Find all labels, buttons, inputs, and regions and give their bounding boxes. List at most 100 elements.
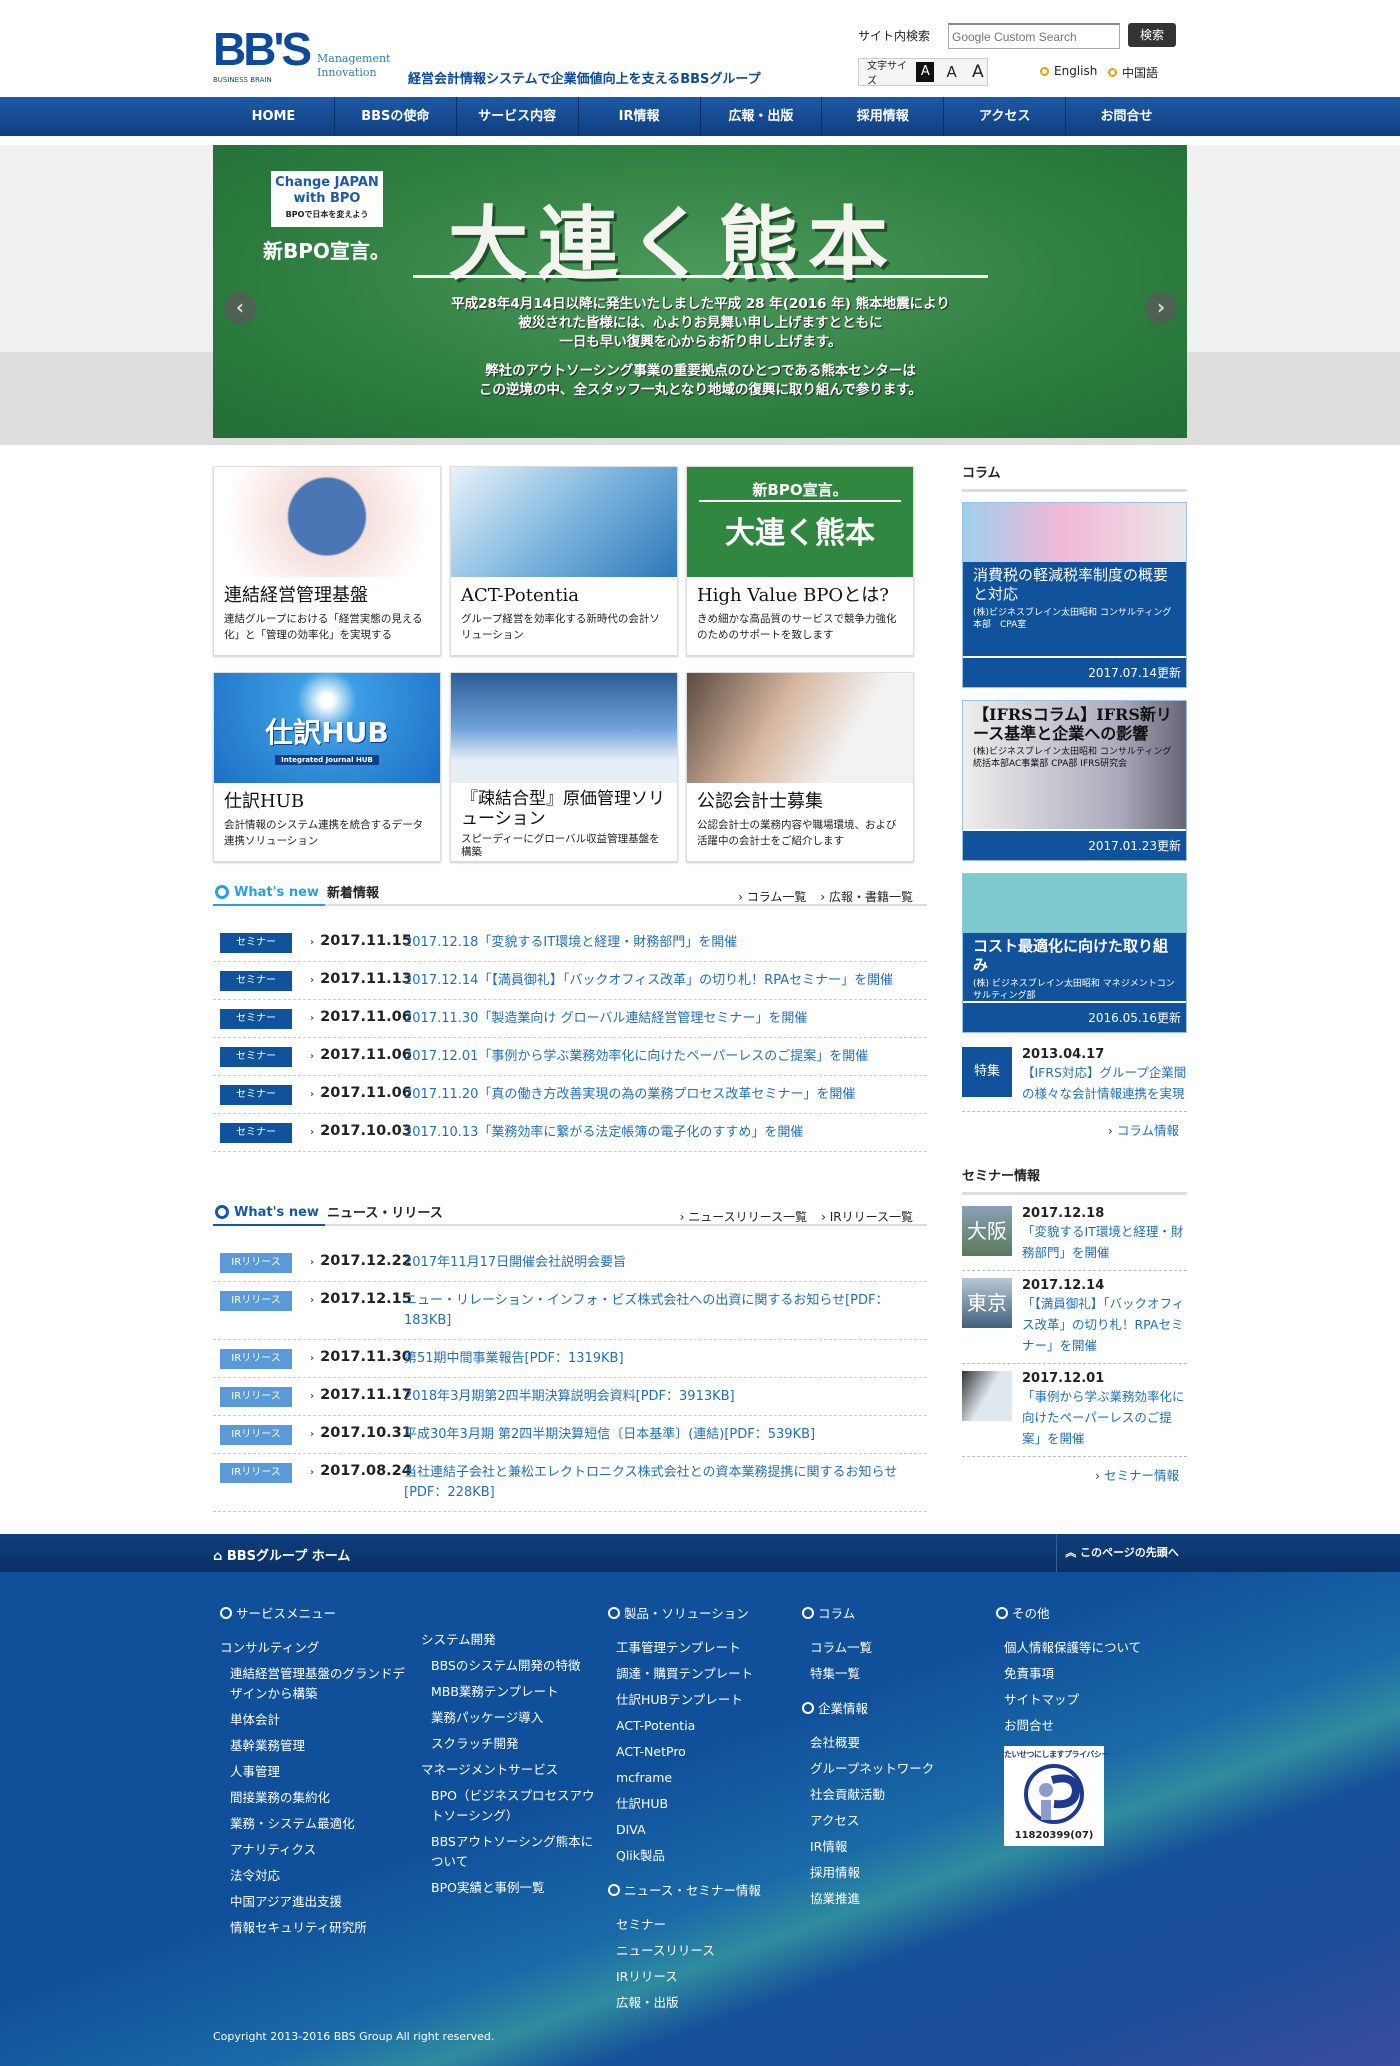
footer-link[interactable]: グループネットワーク [810,1759,982,1779]
news-title-link[interactable]: 2017.12.01「事例から学ぶ業務効率化に向けたペーパーレスのご提案」を開催 [402,1047,927,1067]
font-size-large[interactable]: A [969,62,987,82]
feature-item[interactable]: 特集 2013.04.17 【IFRS対応】グループ企業間の様々な会計情報連携を実… [962,1045,1187,1112]
lang-english-link[interactable]: English [1040,64,1097,78]
news-title-link[interactable]: 2017.11.30「製造業向け グローバル連結経営管理セミナー」を開催 [402,1009,927,1029]
seminar-item[interactable]: 大阪 2017.12.18 「変貌するIT環境と経理・財務部門」を開催 [962,1199,1187,1271]
back-to-top-link[interactable]: ︽ このページの先頭へ [1056,1534,1187,1572]
nav-ir[interactable]: IR情報 [579,97,701,136]
footer-link[interactable]: Qlik製品 [616,1846,788,1866]
footer-link[interactable]: 特集一覧 [810,1664,982,1684]
footer-link[interactable]: コラム一覧 [810,1638,982,1658]
nav-mission[interactable]: BBSの使命 [335,97,457,136]
footer-link[interactable]: BPO実績と事例一覧 [421,1878,601,1898]
column-list-link[interactable]: › コラム一覧 [738,888,806,905]
tile-cost-management[interactable]: 『疎結合型』原価管理ソリューション スピーディーにグローバル収益管理基盤を構築 [450,672,678,862]
font-size-small[interactable]: A [916,62,935,82]
footer-link[interactable]: アナリティクス [220,1840,410,1860]
seminar-more-link[interactable]: セミナー情報 [962,1457,1187,1492]
footer-link[interactable]: 情報セキュリティ研究所 [220,1918,410,1938]
tile-consolidated[interactable]: 連結経営管理基盤 連結グループにおける「経営実態の見える化」と「管理の効率化」を実… [213,466,441,656]
news-title-link[interactable]: 当社連結子会社と兼松エレクトロニクス株式会社との資本業務提携に関するお知らせ[P… [402,1463,927,1503]
seminar-item[interactable]: 東京 2017.12.14 「【満員御礼】「バックオフィス改革」の切り札！RPAセミ… [962,1271,1187,1364]
footer-link[interactable]: 免責事項 [1004,1664,1186,1684]
footer-link[interactable]: スクラッチ開発 [421,1734,601,1754]
news-title-link[interactable]: ニュー・リレーション・インフォ・ビズ株式会社への出資に関するお知らせ[PDF：1… [402,1291,927,1331]
news-title-link[interactable]: 2017.12.18「変貌するIT環境と経理・財務部門」を開催 [402,933,927,953]
nav-recruit[interactable]: 採用情報 [822,97,945,136]
news-row[interactable]: セミナー2017.11.152017.12.18「変貌するIT環境と経理・財務部… [213,924,927,962]
column-card[interactable]: 消費税の軽減税率制度の概要と対応 (株)ビジネスブレイン太田昭和 コンサルティング… [962,502,1187,688]
pr-list-link[interactable]: › 広報・書籍一覧 [820,888,913,905]
footer-link[interactable]: 業務・システム最適化 [220,1814,410,1834]
footer-link[interactable]: 調達・購買テンプレート [616,1664,788,1684]
nav-pr[interactable]: 広報・出版 [701,97,823,136]
column-more-link[interactable]: コラム情報 [962,1112,1187,1147]
logo[interactable]: BB'S BUSINESS BRAIN Management Innovatio… [213,26,390,86]
nav-home[interactable]: HOME [213,97,335,136]
footer-link[interactable]: 業務パッケージ導入 [421,1708,601,1728]
news-row[interactable]: IRリリース2017.08.24当社連結子会社と兼松エレクトロニクス株式会社との… [213,1454,927,1512]
seminar-title-link[interactable]: 「変貌するIT環境と経理・財務部門」を開催 [1022,1221,1187,1263]
news-row[interactable]: IRリリース2017.11.30第51期中間事業報告[PDF：1319KB] [213,1340,927,1378]
column-card[interactable]: コスト最適化に向けた取り組み (株) ビジネスブレイン太田昭和 マネジメントコンサ… [962,873,1187,1033]
footer-link[interactable]: ACT-Potentia [616,1716,788,1736]
search-input[interactable] [948,23,1120,49]
footer-link[interactable]: IR情報 [810,1837,982,1857]
tile-cpa-recruit[interactable]: 公認会計士募集 公認会計士の業務内容や職場環境、および活躍中の会計士をご紹介します [686,672,914,862]
footer-link[interactable]: 協業推進 [810,1889,982,1909]
footer-link[interactable]: マネージメントサービス [421,1760,601,1780]
news-title-link[interactable]: 2018年3月期第2四半期決算説明会資料[PDF：3913KB] [402,1387,927,1407]
privacy-mark-logo[interactable]: たいせつにしますプライバシー 11820399(07) [1004,1746,1109,1846]
footer-link[interactable]: 会社概要 [810,1733,982,1753]
column-card[interactable]: 【IFRSコラム】IFRS新リース基準と企業への影響 (株)ビジネスブレイン太田昭… [962,700,1187,861]
footer-link[interactable]: セミナー [616,1915,788,1935]
news-row[interactable]: セミナー2017.11.062017.11.30「製造業向け グローバル連結経営… [213,1000,927,1038]
footer-link[interactable]: アクセス [810,1811,982,1831]
tile-bpo[interactable]: 新BPO宣言。 大連く熊本 High Value BPOとは? きめ細かな高品質のサ… [686,466,914,656]
news-row[interactable]: IRリリース2017.12.222017年11月17日開催会社説明会要旨 [213,1244,927,1282]
footer-link[interactable]: 連結経営管理基盤のグランドデザインから構築 [220,1664,410,1704]
footer-link[interactable]: BBSアウトソーシング熊本について [421,1832,601,1872]
footer-link[interactable]: 仕訳HUBテンプレート [616,1690,788,1710]
news-row[interactable]: IRリリース2017.10.31平成30年3月期 第2四半期決算短信〔日本基準〕… [213,1416,927,1454]
footer-link[interactable]: 法令対応 [220,1866,410,1886]
ir-release-list-link[interactable]: › IRリリース一覧 [821,1208,913,1225]
news-row[interactable]: IRリリース2017.12.15ニュー・リレーション・インフォ・ビズ株式会社への… [213,1282,927,1340]
font-size-medium[interactable]: A [942,62,960,82]
footer-link[interactable]: 人事管理 [220,1762,410,1782]
footer-link[interactable]: サイトマップ [1004,1690,1186,1710]
search-button[interactable]: 検索 [1128,23,1176,47]
nav-services[interactable]: サービス内容 [457,97,579,136]
seminar-title-link[interactable]: 「事例から学ぶ業務効率化に向けたペーパーレスのご提案」を開催 [1022,1386,1187,1449]
news-row[interactable]: セミナー2017.11.062017.11.20「真の働き方改善実現の為の業務プ… [213,1076,927,1114]
footer-link[interactable]: 基幹業務管理 [220,1736,410,1756]
footer-link[interactable]: 単体会計 [220,1710,410,1730]
footer-link[interactable]: DIVA [616,1820,788,1840]
nav-access[interactable]: アクセス [944,97,1067,136]
footer-link[interactable]: 工事管理テンプレート [616,1638,788,1658]
footer-link[interactable]: ACT-NetPro [616,1742,788,1762]
news-title-link[interactable]: 第51期中間事業報告[PDF：1319KB] [402,1349,927,1369]
hero-carousel[interactable]: Change JAPAN with BPO BPOで日本を変えよう 新BPO宣言。 … [213,145,1187,438]
news-row[interactable]: セミナー2017.11.062017.12.01「事例から学ぶ業務効率化に向けた… [213,1038,927,1076]
seminar-item[interactable]: 2017.12.01 「事例から学ぶ業務効率化に向けたペーパーレスのご提案」を開催 [962,1364,1187,1457]
news-title-link[interactable]: 2017.10.13「業務効率に繋がる法定帳簿の電子化のすすめ」を開催 [402,1123,927,1143]
carousel-prev-icon[interactable]: ‹ [224,292,256,324]
news-row[interactable]: セミナー2017.10.032017.10.13「業務効率に繋がる法定帳簿の電子… [213,1114,927,1152]
footer-link[interactable]: 採用情報 [810,1863,982,1883]
footer-link[interactable]: BBSのシステム開発の特徴 [421,1656,601,1676]
footer-link[interactable]: 仕訳HUB [616,1794,788,1814]
nav-contact[interactable]: お問合せ [1066,97,1187,136]
footer-link[interactable]: システム開発 [421,1630,601,1650]
footer-home-link[interactable]: ⌂ BBSグループ ホーム [213,1545,350,1564]
footer-link[interactable]: mcframe [616,1768,788,1788]
tile-journal-hub[interactable]: 仕訳HUB Integrated Journal HUB 仕訳HUB 会計情報のシス… [213,672,441,862]
lang-chinese-link[interactable]: 中国語 [1108,64,1158,81]
footer-link[interactable]: MBB業務テンプレート [421,1682,601,1702]
tile-act-potentia[interactable]: ACT-Potentia グループ経営を効率化する新時代の会計ソリューション [450,466,678,656]
footer-link[interactable]: IRリリース [616,1967,788,1987]
news-release-list-link[interactable]: › ニュースリリース一覧 [680,1208,807,1225]
news-row[interactable]: IRリリース2017.11.172018年3月期第2四半期決算説明会資料[PDF… [213,1378,927,1416]
footer-link[interactable]: 個人情報保護等について [1004,1638,1186,1658]
news-row[interactable]: セミナー2017.11.132017.12.14「【満員御礼】「バックオフィス改… [213,962,927,1000]
